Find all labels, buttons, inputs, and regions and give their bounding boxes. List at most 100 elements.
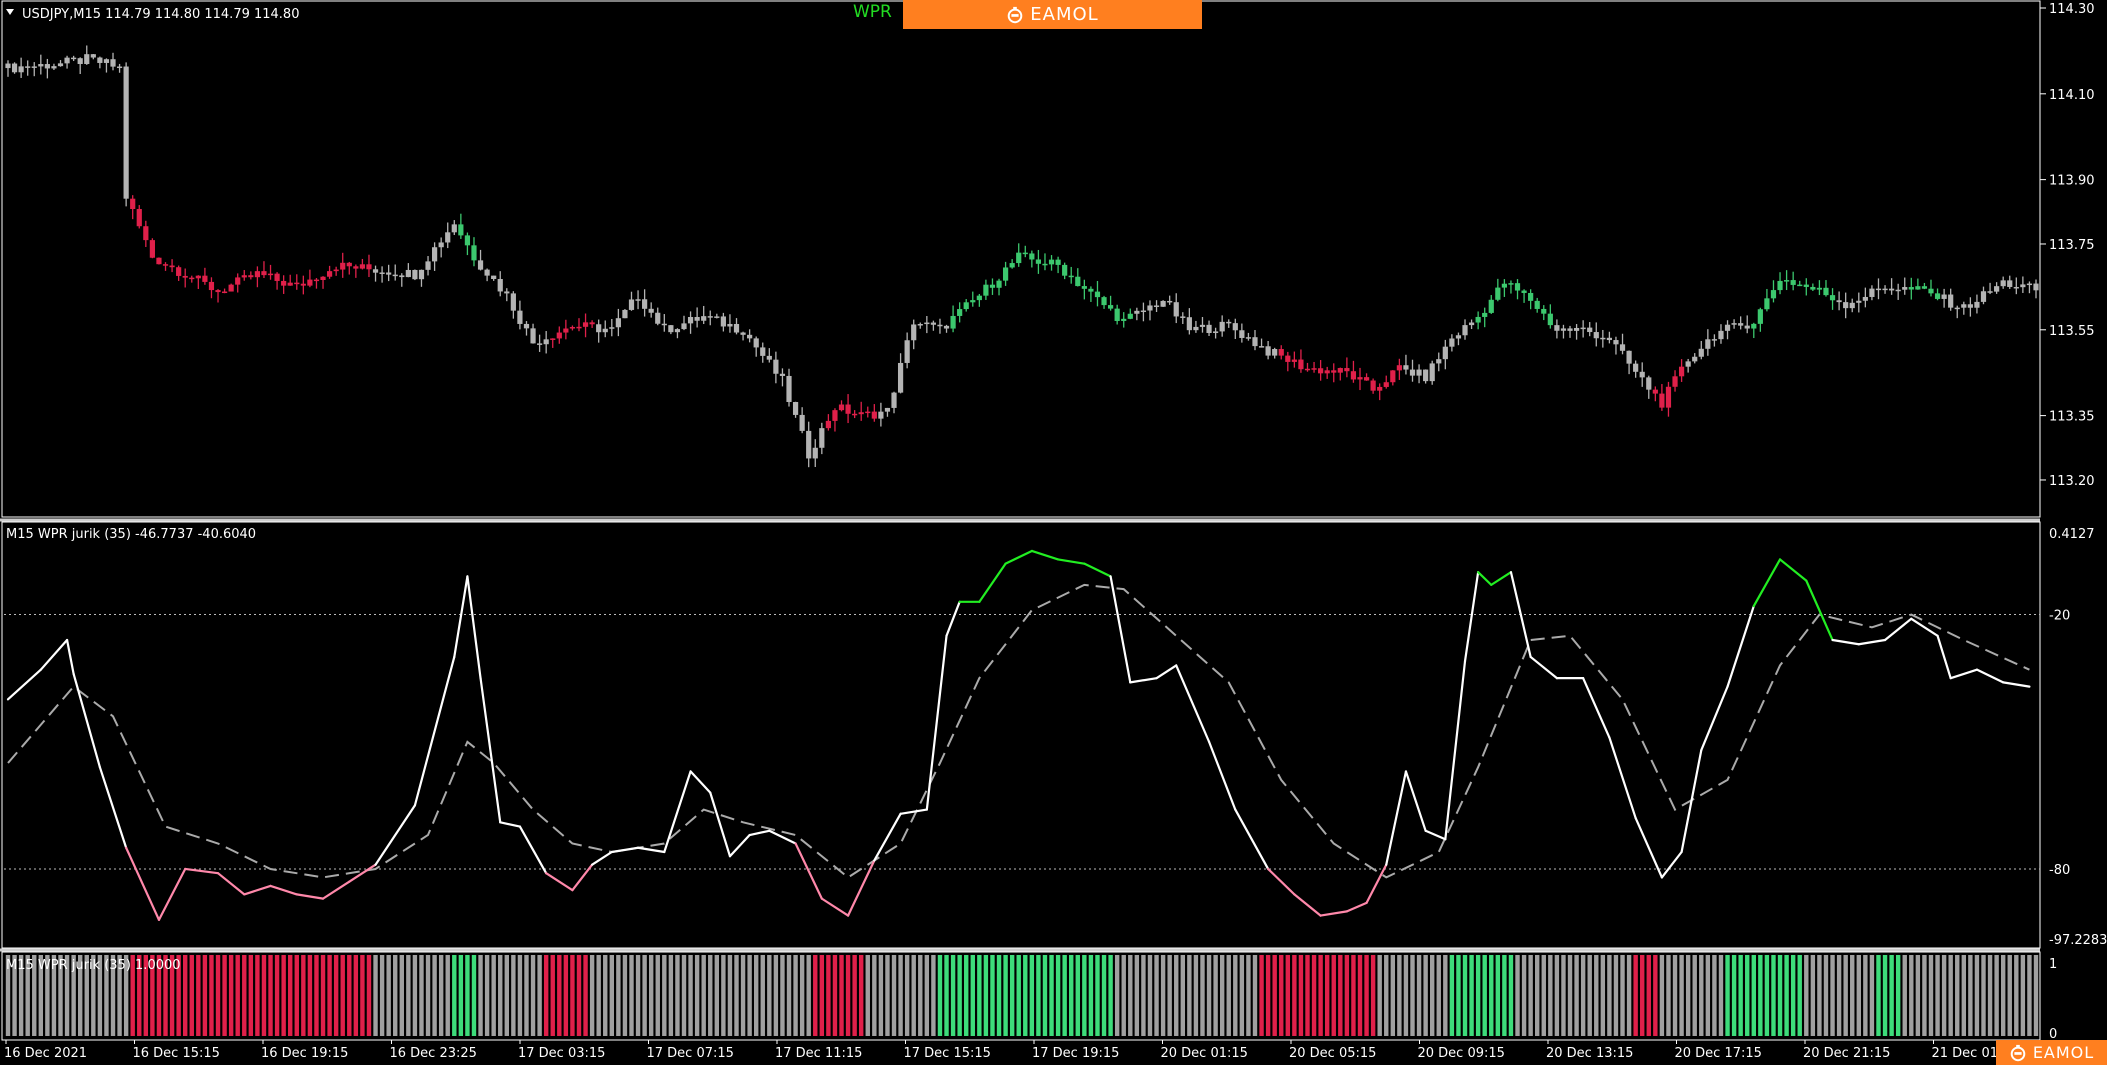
state-bar bbox=[662, 955, 667, 1036]
candle-body bbox=[1167, 300, 1173, 303]
state-bar bbox=[1239, 955, 1245, 1036]
state-bar bbox=[1167, 955, 1172, 1036]
candle-body bbox=[1108, 305, 1114, 309]
wpr-segment bbox=[820, 897, 850, 917]
candle-body bbox=[1547, 313, 1553, 326]
state-bar bbox=[1620, 955, 1625, 1036]
candle-body bbox=[1849, 302, 1855, 309]
state-bar bbox=[1259, 955, 1264, 1036]
wpr-segment bbox=[184, 867, 220, 875]
state-bar bbox=[1213, 955, 1218, 1036]
candle-body bbox=[1488, 299, 1494, 313]
candle-body bbox=[806, 430, 812, 459]
state-bar bbox=[517, 955, 523, 1036]
candle-body bbox=[333, 269, 339, 272]
candle-body bbox=[878, 411, 884, 419]
candle-body bbox=[884, 407, 891, 412]
state-bar bbox=[465, 955, 470, 1036]
wpr-segment bbox=[1680, 749, 1703, 854]
state-bar bbox=[504, 955, 509, 1036]
state-bar bbox=[1646, 955, 1651, 1036]
candle-body bbox=[1252, 337, 1258, 347]
state-bar bbox=[1777, 955, 1783, 1036]
state-bar bbox=[878, 955, 884, 1036]
candle-body bbox=[136, 209, 142, 227]
state-bar bbox=[1384, 955, 1389, 1036]
state-bar bbox=[1830, 955, 1835, 1036]
state-bar bbox=[1364, 955, 1369, 1036]
state-bar bbox=[675, 955, 680, 1036]
candle-body bbox=[123, 66, 129, 199]
brand-banner-bottom: EAMOL bbox=[1996, 1040, 2107, 1065]
candle-body bbox=[405, 269, 411, 278]
state-bar bbox=[1718, 955, 1724, 1036]
state-bar bbox=[2014, 955, 2019, 1036]
state-bar bbox=[1009, 955, 1015, 1036]
state-bar bbox=[1915, 955, 1921, 1036]
state-bar bbox=[635, 955, 641, 1036]
candle-body bbox=[1121, 318, 1127, 321]
state-bar bbox=[1850, 955, 1855, 1036]
candle-body bbox=[44, 64, 50, 69]
candle-body bbox=[1396, 365, 1402, 371]
time-tick-label: 20 Dec 13:15 bbox=[1546, 1046, 1633, 1061]
candle-body bbox=[1449, 338, 1455, 347]
state-bar bbox=[1298, 955, 1304, 1036]
candle-body bbox=[1094, 291, 1101, 298]
wpr-tick-label: -80 bbox=[2049, 863, 2070, 878]
wpr-segment bbox=[6, 668, 42, 701]
wpr-segment bbox=[1582, 677, 1611, 739]
wpr-segment bbox=[1404, 770, 1427, 832]
candle-body bbox=[1705, 339, 1711, 349]
candle-body bbox=[1199, 324, 1206, 327]
state-bar bbox=[1502, 955, 1507, 1036]
wpr-segment bbox=[1660, 850, 1683, 879]
candle-body bbox=[1416, 369, 1422, 376]
time-axis: 16 Dec 2021 16 Dec 15:15 16 Dec 19:15 16 De… bbox=[4, 1040, 2019, 1061]
state-bar bbox=[281, 955, 286, 1036]
candle-body bbox=[2033, 283, 2039, 291]
time-tick-label: 17 Dec 03:15 bbox=[518, 1046, 605, 1061]
candle-body bbox=[1587, 327, 1593, 333]
candle-body bbox=[1678, 366, 1685, 377]
candle-body bbox=[5, 63, 11, 69]
wpr-segment bbox=[72, 672, 101, 769]
collapse-arrow-icon[interactable] bbox=[6, 9, 14, 15]
state-bar bbox=[1561, 955, 1566, 1036]
candle-body bbox=[51, 66, 57, 69]
candle-body bbox=[1646, 377, 1652, 390]
state-bar bbox=[1429, 955, 1435, 1036]
state-bar bbox=[1909, 955, 1914, 1036]
candle-body bbox=[1600, 337, 1606, 340]
wpr-segment bbox=[269, 884, 298, 896]
state-bar bbox=[780, 955, 785, 1036]
state-bar bbox=[1187, 955, 1192, 1036]
candle-body bbox=[1468, 322, 1475, 326]
wpr-segment bbox=[125, 846, 161, 921]
candle-body bbox=[241, 275, 247, 278]
wpr-segment bbox=[1778, 558, 1808, 582]
state-bar bbox=[924, 955, 930, 1036]
time-tick-label: 20 Dec 17:15 bbox=[1675, 1046, 1762, 1061]
state-bar bbox=[1292, 955, 1297, 1036]
state-bar bbox=[1036, 955, 1041, 1036]
candle-body bbox=[1639, 371, 1645, 378]
state-bar bbox=[1141, 955, 1146, 1036]
state-bar bbox=[1745, 955, 1750, 1036]
candle-body bbox=[1580, 327, 1586, 330]
brand-name-bottom: EAMOL bbox=[2032, 1043, 2095, 1062]
state-bar bbox=[1928, 955, 1934, 1036]
wpr-segment bbox=[479, 677, 502, 824]
candle-body bbox=[307, 279, 313, 286]
candle-body bbox=[701, 316, 707, 321]
candle-body bbox=[832, 410, 838, 421]
state-bar bbox=[1856, 955, 1861, 1036]
state-bar bbox=[1653, 955, 1658, 1036]
wpr-segment bbox=[1509, 571, 1532, 659]
candle-body bbox=[1856, 300, 1862, 303]
candle-body bbox=[1140, 310, 1147, 313]
state-bar bbox=[1174, 955, 1179, 1036]
wpr-segment bbox=[748, 829, 771, 837]
candle-body bbox=[1875, 288, 1882, 291]
candle-body bbox=[1311, 368, 1317, 370]
